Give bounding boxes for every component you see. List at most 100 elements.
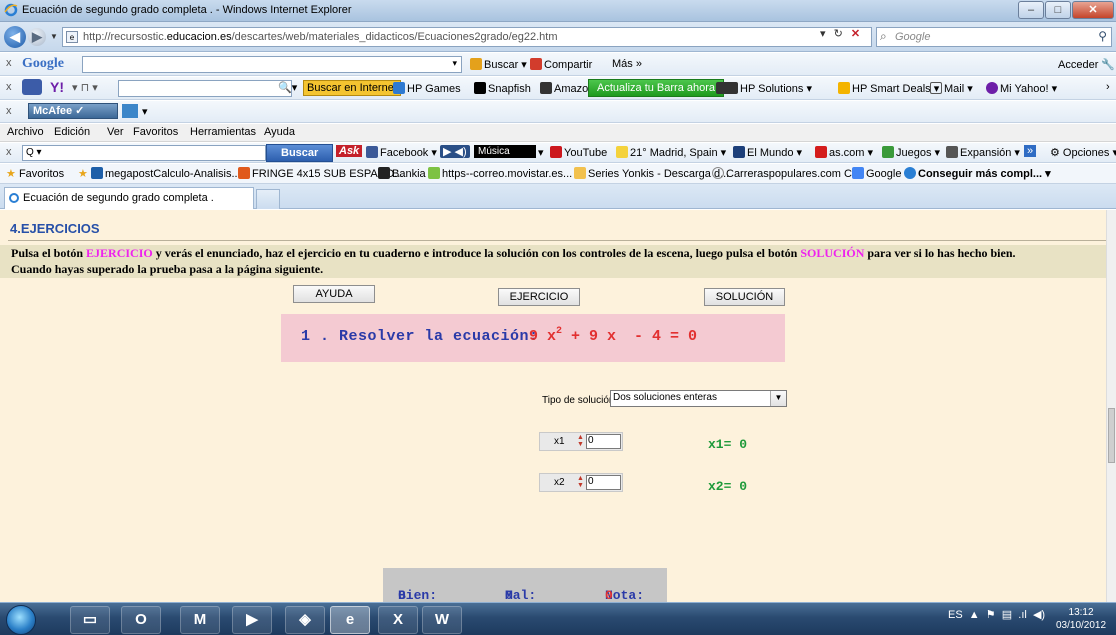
new-tab-button[interactable] [256, 189, 280, 209]
solution-type-select[interactable]: Dos soluciones enteras ▼ [610, 390, 787, 407]
address-bar[interactable]: e http://recursostic.educacion.es/descar… [62, 27, 872, 47]
close-toolbar-icon[interactable]: x [6, 105, 12, 117]
as-com-link[interactable]: as.com ▾ [815, 146, 873, 159]
fav-bankia[interactable]: Bankia [378, 167, 426, 180]
history-dropdown-icon[interactable]: ▼ [50, 32, 58, 41]
expansion-icon [946, 146, 958, 158]
weather-link[interactable]: 21° Madrid, Spain ▾ [616, 146, 726, 159]
el-mundo-link[interactable]: El Mundo ▾ [733, 146, 802, 159]
ejercicio-button[interactable]: EJERCICIO [498, 288, 580, 306]
maximize-button[interactable]: □ [1045, 1, 1071, 19]
facebook-link[interactable]: Facebook ▾ [366, 146, 437, 159]
chevron-down-icon[interactable]: ▼ [770, 391, 786, 406]
youtube-link[interactable]: YouTube [550, 146, 607, 159]
hp-smart-deals-link[interactable]: HP Smart Deals ▾ [838, 82, 939, 95]
search-go-icon[interactable]: ⚲ [1098, 29, 1107, 43]
ie-taskbar-icon[interactable]: e [330, 606, 370, 634]
x1-stepper-icon[interactable]: ▲ ▼ [577, 434, 586, 449]
security-icon[interactable]: ◈ [285, 606, 325, 634]
address-dropdown-icon[interactable]: ▾ [820, 28, 826, 40]
fav-series-yonkis[interactable]: Series Yonkis - Descarga d... [574, 167, 729, 180]
opciones-button[interactable]: ⚙ Opciones ▾ [1050, 146, 1116, 159]
toolbar-more-icon[interactable]: › [1106, 81, 1110, 93]
address-url[interactable]: http://recursostic.educacion.es/descarte… [83, 31, 558, 43]
menu-archivo[interactable]: Archivo [7, 126, 44, 138]
close-toolbar-icon[interactable]: x [6, 57, 12, 69]
google-mas-button[interactable]: Más » [612, 58, 642, 70]
x1-control: x1 ▲ ▼ 0 [539, 432, 623, 451]
ask-search-input[interactable]: Q ▾ [22, 145, 266, 161]
menu-favoritos[interactable]: Favoritos [133, 126, 178, 138]
fav-google[interactable]: Google [852, 167, 901, 180]
hp-games-link[interactable]: HP Games [393, 82, 461, 95]
refresh-icon[interactable]: ↻ [834, 28, 843, 40]
yahoo-search-icon[interactable]: 🔍▾ [278, 81, 297, 94]
mcafee-site-icon[interactable] [122, 104, 138, 118]
snapfish-link[interactable]: Snapfish [474, 82, 531, 95]
menu-ayuda[interactable]: Ayuda [264, 126, 295, 138]
x1-input[interactable]: 0 [586, 434, 621, 449]
amazon-link[interactable]: Amazon [540, 82, 594, 95]
close-toolbar-icon[interactable]: x [6, 146, 12, 158]
mcafee-button[interactable]: McAfee ✓ [28, 103, 118, 119]
explorer-icon[interactable]: ▭ [70, 606, 110, 634]
dropdown-icon[interactable]: ▾ [142, 105, 148, 118]
forward-button[interactable]: ▶ [28, 28, 46, 46]
x2-input[interactable]: 0 [586, 475, 621, 490]
instructions: Pulsa el botón EJERCICIO y verás el enun… [0, 245, 1106, 278]
musica-field[interactable]: Música [474, 145, 536, 158]
more-chevron-icon[interactable]: » [1024, 145, 1037, 157]
stop-icon[interactable]: ✕ [851, 28, 860, 40]
yahoo-logo-icon[interactable]: Y! [50, 79, 64, 95]
hp-solutions-link[interactable]: HP Solutions ▾ [716, 82, 812, 95]
mcafee-taskbar-icon[interactable]: M [180, 606, 220, 634]
google-buscar-button[interactable]: Buscar ▾ [470, 58, 527, 71]
juegos-link[interactable]: Juegos ▾ [882, 146, 940, 159]
close-window-button[interactable]: ✕ [1072, 1, 1114, 19]
yahoo-search-input[interactable] [118, 80, 292, 97]
fav-conseguir-mas[interactable]: Conseguir más compl... ▾ [904, 167, 1051, 180]
yahoo-menu-icon[interactable]: ▾ ⊓ ▾ [72, 81, 98, 94]
x2-stepper-icon[interactable]: ▲ ▼ [577, 475, 586, 490]
word-icon[interactable]: W [422, 606, 462, 634]
minimize-button[interactable]: – [1018, 1, 1044, 19]
ask-logo-icon[interactable]: Ask [336, 145, 363, 157]
media-icon[interactable]: ▶ [232, 606, 272, 634]
excel-icon[interactable]: X [378, 606, 418, 634]
scrollbar-thumb[interactable] [1108, 408, 1115, 463]
close-toolbar-icon[interactable]: x [6, 81, 12, 93]
media-controls-icon[interactable]: ▶ ◀) [440, 145, 470, 158]
acceder-button[interactable]: Acceder 🔧 [1058, 58, 1115, 71]
fav-carreras[interactable]: Carreraspopulares.com C... [712, 167, 861, 180]
menu-herramientas[interactable]: Herramientas [190, 126, 256, 138]
search-box[interactable]: ⌕ Google ⚲ [876, 27, 1112, 47]
back-button[interactable]: ◀ [4, 26, 26, 48]
instr-solucion-highlight: SOLUCIÓN [800, 246, 865, 260]
google-search-input[interactable]: ▾ [82, 56, 462, 73]
outlook-icon[interactable]: O [121, 606, 161, 634]
fav-movistar[interactable]: https--correo.movistar.es... [428, 167, 572, 180]
mail-link[interactable]: Mail ▾ [930, 82, 973, 95]
favorites-bar: ★ Favoritos ★ megapostCalculo-Analisis..… [0, 164, 1116, 184]
solucion-button[interactable]: SOLUCIÓN [704, 288, 785, 306]
share-icon [530, 58, 542, 70]
buscar-en-internet-button[interactable]: Buscar en Internet [303, 80, 401, 96]
vertical-scrollbar[interactable] [1106, 210, 1116, 602]
menu-ver[interactable]: Ver [107, 126, 124, 138]
yahoo-toolbar: x Y! ▾ ⊓ ▾ 🔍▾ Buscar en Internet HP Game… [0, 77, 1116, 100]
ask-buscar-button[interactable]: Buscar [266, 144, 334, 162]
dropdown-icon[interactable]: ▾ [538, 146, 544, 159]
ayuda-button[interactable]: AYUDA [293, 285, 375, 303]
tab-active[interactable]: Ecuación de segundo grado completa . [4, 187, 254, 209]
google-compartir-button[interactable]: Compartir [530, 58, 592, 71]
windows-live-icon[interactable] [22, 79, 42, 95]
menu-edicion[interactable]: Edición [54, 126, 90, 138]
fav-megapost[interactable]: ★ megapostCalculo-Analisis... [78, 167, 241, 180]
start-button[interactable] [6, 605, 36, 635]
expansion-link[interactable]: Expansión ▾ [946, 146, 1020, 159]
dropdown-icon[interactable]: ▾ [452, 58, 457, 69]
clock[interactable]: 13:12 03/10/2012 [1056, 606, 1106, 632]
favoritos-button[interactable]: ★ Favoritos [6, 167, 64, 180]
actualiza-barra-button[interactable]: Actualiza tu Barra ahora [588, 79, 725, 97]
mi-yahoo-link[interactable]: Mi Yahoo! ▾ [986, 82, 1057, 95]
